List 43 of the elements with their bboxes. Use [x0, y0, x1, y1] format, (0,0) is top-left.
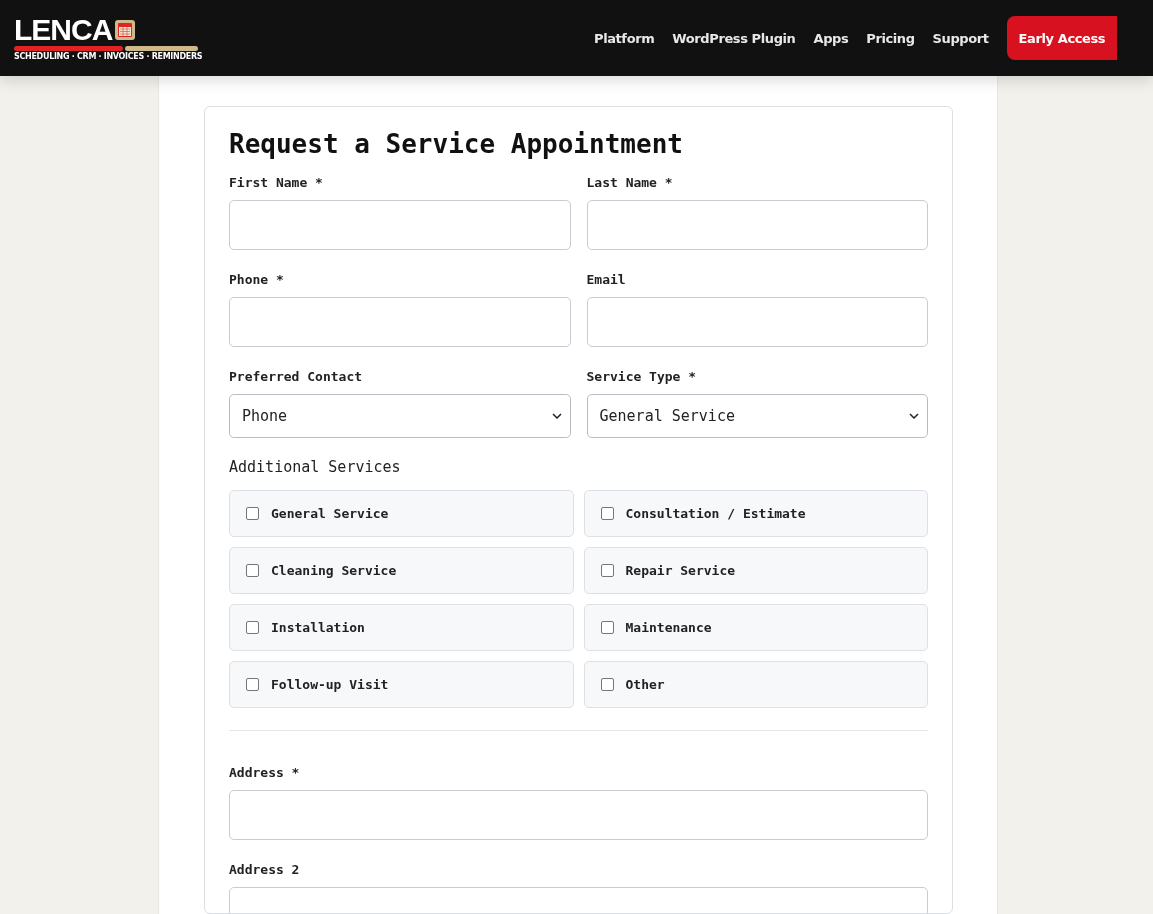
input-field[interactable]: [229, 297, 571, 347]
service-option[interactable]: Follow-up Visit: [229, 661, 574, 708]
checkbox[interactable]: [246, 678, 259, 691]
field-label: Address 2: [229, 862, 301, 877]
input-field[interactable]: [229, 790, 928, 840]
checkbox[interactable]: [600, 564, 614, 577]
input-field[interactable]: [586, 297, 928, 347]
service-option[interactable]: Installation: [229, 604, 574, 651]
checkbox[interactable]: [600, 507, 614, 520]
checkbox[interactable]: [246, 507, 259, 520]
checkbox[interactable]: [246, 621, 259, 634]
field-label: Address *: [229, 765, 301, 780]
service-option[interactable]: General Service: [229, 490, 574, 537]
early-access-button[interactable]: Early Access: [1006, 16, 1118, 60]
service-option[interactable]: Maintenance: [583, 604, 928, 651]
nav-link[interactable]: Pricing: [866, 30, 915, 46]
service-option[interactable]: Repair Service: [583, 547, 928, 594]
service-option[interactable]: Other: [583, 661, 928, 708]
chevron-down-icon: [909, 413, 919, 419]
select-field[interactable]: Phone: [229, 394, 571, 438]
nav-link[interactable]: Platform: [594, 30, 655, 46]
input-field[interactable]: [229, 200, 571, 250]
nav-link[interactable]: WordPress Plugin: [672, 30, 796, 46]
chevron-down-icon: [551, 413, 562, 419]
field-label: Preferred Contact: [229, 369, 364, 384]
checkbox[interactable]: [246, 564, 259, 577]
form-title: Request a Service Appointment: [229, 129, 684, 159]
section-label: Additional Services: [229, 458, 402, 476]
service-option[interactable]: Cleaning Service: [229, 547, 574, 594]
select-field[interactable]: General Service: [586, 394, 928, 438]
nav-link[interactable]: Apps: [813, 30, 849, 46]
checkbox[interactable]: [600, 678, 614, 691]
checkbox[interactable]: [600, 621, 614, 634]
field-label: Email: [586, 272, 627, 287]
service-option[interactable]: Consultation / Estimate: [583, 490, 928, 537]
field-label: Service Type *: [586, 369, 698, 384]
input-field[interactable]: [586, 200, 928, 250]
logo-wordmark: LENCA: [14, 15, 113, 45]
field-label: Phone *: [229, 272, 285, 287]
field-label: Last Name *: [586, 175, 674, 190]
field-label: First Name *: [229, 175, 324, 190]
calendar-icon: [114, 19, 137, 41]
nav-link[interactable]: Support: [932, 30, 989, 46]
